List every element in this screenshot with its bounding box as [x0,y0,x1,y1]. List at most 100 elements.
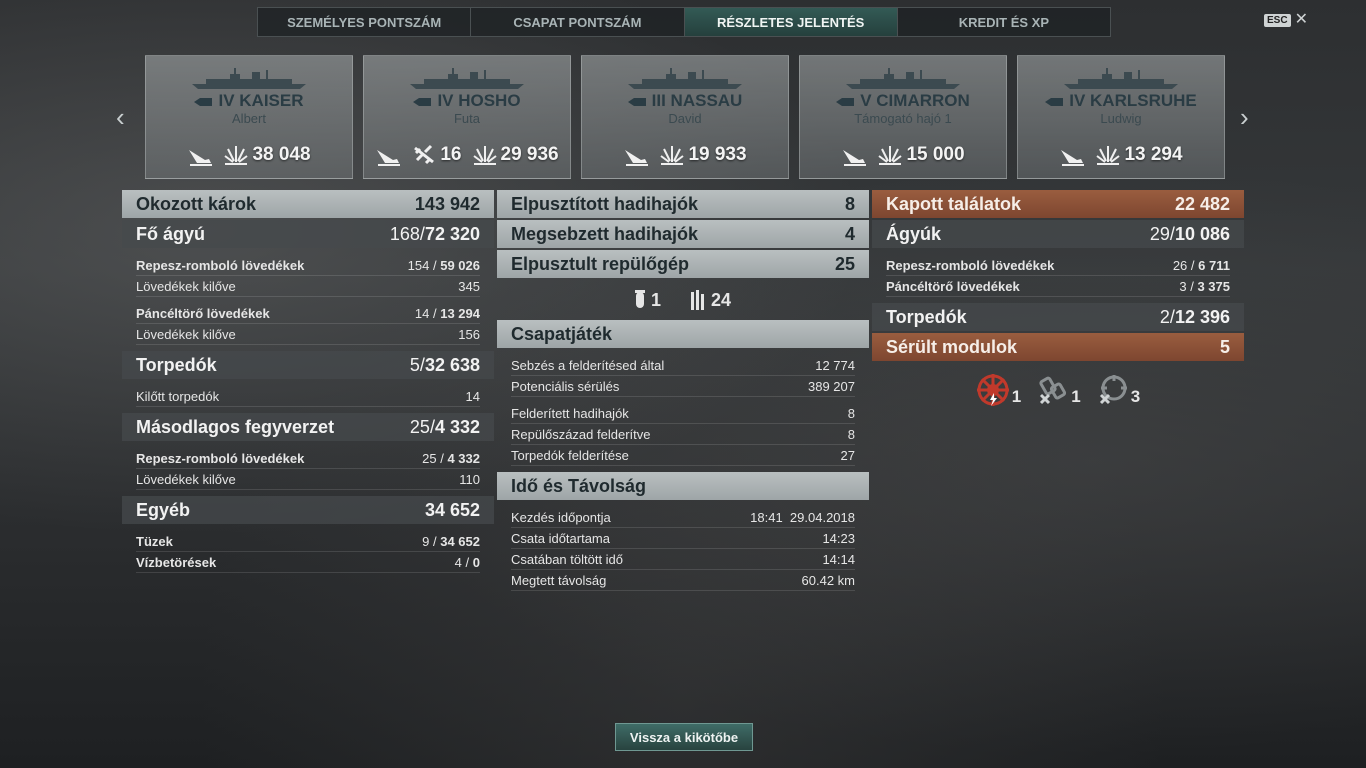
ap-fired-row: Lövedékek kilőve 156 [136,324,480,345]
received-ap-hits: 3 [1179,278,1187,294]
ship-silhouette-icon [192,68,306,89]
secondary-header: Másodlagos fegyverzet 25/4 332 [122,413,494,441]
damage-explosion-icon [660,146,685,165]
ship-name-text: IV HOSHO [437,91,521,110]
teamplay-row: Potenciális sérülés 389 207 [511,376,855,397]
secondary-fired-label: Lövedékek kilőve [136,471,236,487]
destroyed-header: Elpusztított hadihajók 8 [497,190,869,218]
he-shells-row: Repesz-romboló lövedékek 154 / 59 026 [136,255,480,276]
carousel-next-icon[interactable]: › [1240,104,1249,130]
damage-value: 15 000 [906,144,965,165]
player-name: Támogató hajó 1 [854,111,952,126]
teamplay-row: Sebzés a felderítésed által 12 774 [511,355,855,376]
esc-key-badge: ESC [1264,13,1291,27]
auxiliary-icon [836,97,855,106]
ship-name-text: IV KAISER [218,91,304,110]
ship-card[interactable]: IV KAISER Albert 38 048 [145,55,353,179]
received-torpedoes-damage: 12 396 [1174,306,1230,327]
ap-shells-value: 14 / 13 294 [415,306,480,321]
damaged-value: 4 [844,223,855,244]
received-ap-label: Páncéltörő lövedékek [886,278,1020,294]
flooding-value: 4 / 0 [455,555,480,570]
damaged-modules-header: Sérült modulok 5 [872,333,1244,361]
damaged-modules-label: Sérült modulok [886,336,1018,357]
ship-name: V CIMARRON [800,91,1006,111]
received-torpedoes-header: Torpedók 2/12 396 [872,303,1244,331]
other-header: Egyéb 34 652 [122,496,494,524]
torpedoes-label: Torpedók [136,354,217,375]
player-name: Ludwig [1100,111,1142,126]
ship-card[interactable]: IV KARLSRUHE Ludwig 13 294 [1017,55,1225,179]
ship-destroyed-stat [187,144,213,166]
ship-card-stats: 16 29 936 [364,144,570,166]
row-value: 8 [847,405,855,421]
ship-name: IV KARLSRUHE [1018,91,1224,111]
teamplay-row: Repülőszázad felderítve 8 [511,424,855,445]
ship-name-text: III NASSAU [651,91,743,110]
ap-shells-damage: 13 294 [440,305,480,321]
planes-value: 25 [834,253,855,274]
fighter-count-value: 24 [710,289,732,310]
carousel-prev-icon[interactable]: ‹ [116,104,125,130]
tab-personal-score[interactable]: SZEMÉLYES PONTSZÁM [258,8,472,36]
ship-card[interactable]: V CIMARRON Támogató hajó 1 15 000 [799,55,1007,179]
ship-card[interactable]: III NASSAU David 19 933 [581,55,789,179]
secondary-label: Másodlagos fegyverzet [136,416,335,437]
ship-silhouette-icon [628,68,742,89]
fighter-count: 24 [690,289,732,311]
row-value: 27 [840,447,855,463]
close-icon[interactable]: ✕ [1295,12,1308,28]
battleship-icon [627,97,646,106]
tab-detailed-report[interactable]: RÉSZLETES JELENTÉS [684,8,898,36]
close-button[interactable]: ESC ✕ [1264,12,1308,28]
ship-silhouette-icon [846,68,960,89]
steering-gear-count: 1 [1011,387,1022,406]
secondary-fired-row: Lövedékek kilőve 110 [136,469,480,490]
received-he-hits: 26 [1172,257,1188,273]
back-to-port-button[interactable]: Vissza a kikötőbe [615,723,753,751]
bomb-icon [634,290,645,308]
torpedoes-hits: 5 [409,354,420,375]
received-torpedoes-hits: 2 [1159,306,1170,327]
damaged-label: Megsebzett hadihajók [511,223,699,244]
received-ap-row: Páncéltörő lövedékek 3 / 3 375 [886,276,1230,297]
ship-card-stats: 19 933 [582,144,788,166]
ap-shells-label: Páncéltörő lövedékek [136,305,270,321]
main-battery-damage: 72 320 [424,223,480,244]
tab-team-score[interactable]: CSAPAT PONTSZÁM [471,8,685,36]
ship-name: III NASSAU [582,91,788,111]
secondary-damage: 4 332 [434,416,480,437]
time-distance-header: Idő és Távolság [497,472,869,500]
carrier-icon [413,97,432,106]
planes-count: 16 [440,144,462,165]
bomber-count: 1 [634,290,661,311]
row-value: 14:14 [822,551,855,567]
ship-destroyed-stat [1059,144,1085,166]
other-label: Egyéb [136,499,191,520]
ship-sinking-icon [189,150,213,166]
row-label: Repülőszázad felderítve [511,426,651,442]
ap-fired-value: 156 [458,326,480,342]
tab-credits-xp[interactable]: KREDIT ÉS XP [898,8,1110,36]
secondary-he-label: Repesz-romboló lövedékek [136,450,305,466]
fires-damage: 34 652 [440,533,480,549]
damage-dealt-value: 143 942 [414,193,480,214]
ship-card[interactable]: IV HOSHO Futa 16 29 936 [363,55,571,179]
received-he-label: Repesz-romboló lövedékek [886,257,1055,273]
flooding-row: Vízbetörések 4 / 0 [136,552,480,573]
damage-explosion-icon [472,146,497,165]
row-value: 14:23 [822,530,855,546]
row-value: 12 774 [815,357,855,373]
row-value: 389 207 [808,378,855,394]
player-name: Futa [453,111,480,126]
row-label: Megtett távolság [511,572,607,588]
ship-card-stats: 13 294 [1018,144,1224,166]
ship-sinking-icon [843,150,867,166]
turret-icon [1099,375,1127,405]
ship-destroyed-stat [375,144,401,166]
damaged-header: Megsebzett hadihajók 4 [497,220,869,248]
engine-module: 1 [1035,373,1081,407]
damage-explosion-icon [1096,146,1121,165]
turret-module: 3 [1095,373,1140,407]
damage-dealt-panel: Okozott károk 143 942 Fő ágyú 168/72 320… [122,190,494,579]
